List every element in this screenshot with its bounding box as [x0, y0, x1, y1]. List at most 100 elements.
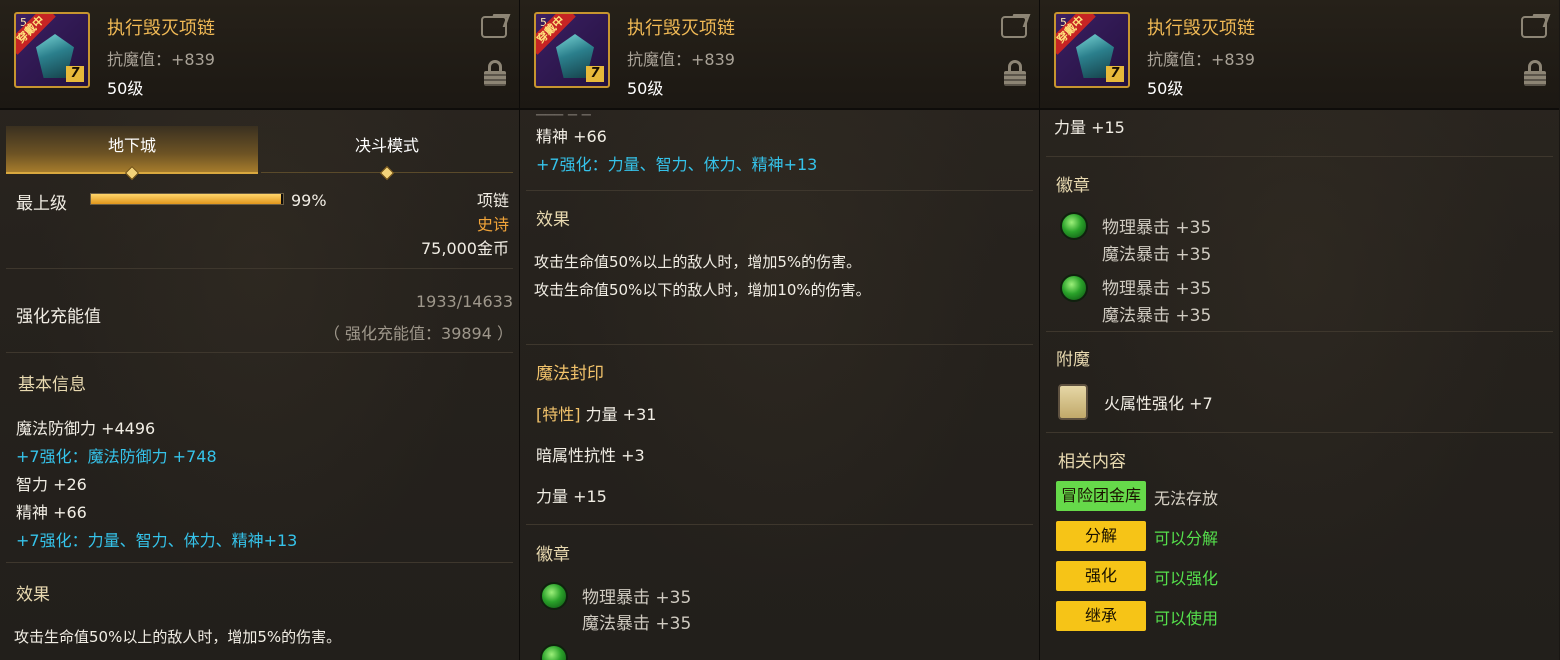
related-status: 可以使用 — [1154, 609, 1219, 628]
item-price: 75,000金币 — [421, 239, 509, 258]
green-emblem-icon — [540, 582, 568, 610]
charge-total: （ 强化充能值：39894 ） — [323, 324, 513, 343]
share-icon[interactable] — [481, 16, 507, 38]
share-icon[interactable] — [1521, 16, 1547, 38]
emblem-stat: 魔法暴击 +35 — [582, 614, 692, 634]
item-level: 50级 — [627, 79, 664, 98]
item-type: 项链 — [476, 191, 509, 210]
necklace-item-icon[interactable]: 5 穿戴中 7 — [534, 12, 610, 88]
lock-icon[interactable] — [1004, 60, 1026, 86]
divider — [526, 344, 1033, 345]
item-rarity: 史诗 — [476, 215, 509, 234]
item-level: 50级 — [1147, 79, 1184, 98]
green-emblem-icon — [1060, 212, 1088, 240]
item-magic-resist: 抗魔值：+839 — [107, 50, 215, 69]
related-status: 可以强化 — [1154, 569, 1219, 588]
item-header: 5 穿戴中 7 执行毁灭项链 抗魔值：+839 50级 — [1040, 0, 1559, 110]
effect-title: 效果 — [16, 585, 50, 605]
emblem-stat: 物理暴击 +35 — [582, 588, 692, 608]
effect-line: 攻击生命值50%以下的敌人时，增加10%的伤害。 — [534, 281, 871, 299]
basic-stat-line: +7强化：力量、智力、体力、精神+13 — [16, 531, 298, 550]
stat-line: 精神 +66 — [536, 127, 607, 146]
tab-dungeon-label: 地下城 — [107, 136, 156, 155]
related-status: 可以分解 — [1154, 529, 1219, 548]
tab-indicator-icon — [379, 165, 395, 181]
divider — [1046, 156, 1553, 157]
basic-stat-line: 精神 +66 — [16, 503, 87, 522]
charge-value: 1933/14633 — [415, 292, 513, 311]
enchant-card-icon — [1058, 384, 1088, 420]
seal-line: 力量 +15 — [536, 487, 607, 506]
tooltip-panel-1: 5 穿戴中 7 执行毁灭项链 抗魔值：+839 50级 地下城 决斗模式 最上级… — [0, 0, 519, 660]
seal-trait-text: 力量 +31 — [580, 405, 657, 424]
lock-body — [1524, 71, 1546, 86]
seal-line: 暗属性抗性 +3 — [536, 446, 645, 465]
related-status: 无法存放 — [1154, 489, 1219, 508]
divider — [6, 562, 513, 563]
necklace-item-icon[interactable]: 5 穿戴中 7 — [14, 12, 90, 88]
green-emblem-icon — [1060, 274, 1088, 302]
item-header: 5 穿戴中 7 执行毁灭项链 抗魔值：+839 50级 — [0, 0, 519, 110]
seal-line: [特性] 力量 +31 — [536, 401, 656, 425]
item-name: 执行毁灭项链 — [627, 18, 735, 39]
basic-stat-line: 魔法防御力 +4496 — [16, 419, 156, 438]
divider — [1046, 432, 1553, 433]
inherit-tag[interactable]: 继承 — [1056, 601, 1146, 631]
tooltip-panel-2: ─── ─ ─ 5 穿戴中 7 执行毁灭项链 抗魔值：+839 50级 精神 +… — [520, 0, 1039, 660]
magic-seal-title: 魔法封印 — [536, 364, 604, 384]
item-level: 50级 — [107, 79, 144, 98]
tab-duel[interactable]: 决斗模式 — [261, 126, 513, 181]
basic-info-title: 基本信息 — [18, 375, 86, 395]
enchant-text: 火属性强化 +7 — [1104, 394, 1213, 413]
emblem-stat: 魔法暴击 +35 — [1102, 245, 1212, 265]
item-name: 执行毁灭项链 — [107, 18, 215, 39]
lock-icon[interactable] — [484, 60, 506, 86]
divider — [6, 352, 513, 353]
reinforce-number: 7 — [1106, 66, 1124, 82]
grade-label: 最上级 — [16, 194, 67, 214]
tab-duel-label: 决斗模式 — [354, 136, 419, 155]
lock-body — [1004, 71, 1026, 86]
mode-tabs: 地下城 决斗模式 — [6, 126, 513, 181]
item-magic-resist: 抗魔值：+839 — [627, 50, 735, 69]
grade-bar — [90, 193, 284, 205]
emblem-stat: 物理暴击 +35 — [1102, 279, 1212, 299]
enchant-title: 附魔 — [1056, 350, 1090, 370]
effect-line: 攻击生命值50%以上的敌人时，增加5%的伤害。 — [534, 253, 862, 271]
lock-body — [484, 71, 506, 86]
charge-label: 强化充能值 — [16, 307, 101, 327]
emblem-title: 徽章 — [1056, 176, 1090, 196]
share-icon[interactable] — [1001, 16, 1027, 38]
item-magic-resist: 抗魔值：+839 — [1147, 50, 1255, 69]
reinforce-number: 7 — [66, 66, 84, 82]
stat-line: +7强化：力量、智力、体力、精神+13 — [536, 155, 818, 174]
lock-icon[interactable] — [1524, 60, 1546, 86]
grade-percent: 99% — [291, 191, 327, 210]
item-name: 执行毁灭项链 — [1147, 18, 1255, 39]
tooltip-panel-3: 5 穿戴中 7 执行毁灭项链 抗魔值：+839 50级 力量 +15 徽章 物理… — [1040, 0, 1559, 660]
seal-trait-prefix: [特性] — [536, 405, 581, 424]
item-header: 5 穿戴中 7 执行毁灭项链 抗魔值：+839 50级 — [520, 0, 1039, 110]
reinforce-number: 7 — [586, 66, 604, 82]
item-tooltip-screenshot: 5 穿戴中 7 执行毁灭项链 抗魔值：+839 50级 地下城 决斗模式 最上级… — [0, 0, 1560, 660]
basic-stat-line: 智力 +26 — [16, 475, 87, 494]
emblem-title: 徽章 — [536, 545, 570, 565]
seal-line: 力量 +15 — [1054, 118, 1125, 137]
divider — [526, 190, 1033, 191]
necklace-item-icon[interactable]: 5 穿戴中 7 — [1054, 12, 1130, 88]
disassemble-tag[interactable]: 分解 — [1056, 521, 1146, 551]
adventure-vault-tag[interactable]: 冒险团金库 — [1056, 481, 1146, 511]
emblem-stat: 魔法暴击 +35 — [1102, 306, 1212, 326]
tab-indicator-icon — [124, 165, 140, 181]
green-emblem-icon — [540, 644, 568, 660]
emblem-stat: 物理暴击 +35 — [1102, 218, 1212, 238]
divider — [526, 524, 1033, 525]
effect-title: 效果 — [536, 210, 570, 230]
related-title: 相关内容 — [1058, 452, 1126, 472]
effect-line: 攻击生命值50%以上的敌人时，增加5%的伤害。 — [14, 628, 342, 646]
divider — [1046, 331, 1553, 332]
tab-dungeon[interactable]: 地下城 — [6, 126, 258, 181]
basic-stat-line: +7强化：魔法防御力 +748 — [16, 447, 217, 466]
divider — [6, 268, 513, 269]
reinforce-tag[interactable]: 强化 — [1056, 561, 1146, 591]
